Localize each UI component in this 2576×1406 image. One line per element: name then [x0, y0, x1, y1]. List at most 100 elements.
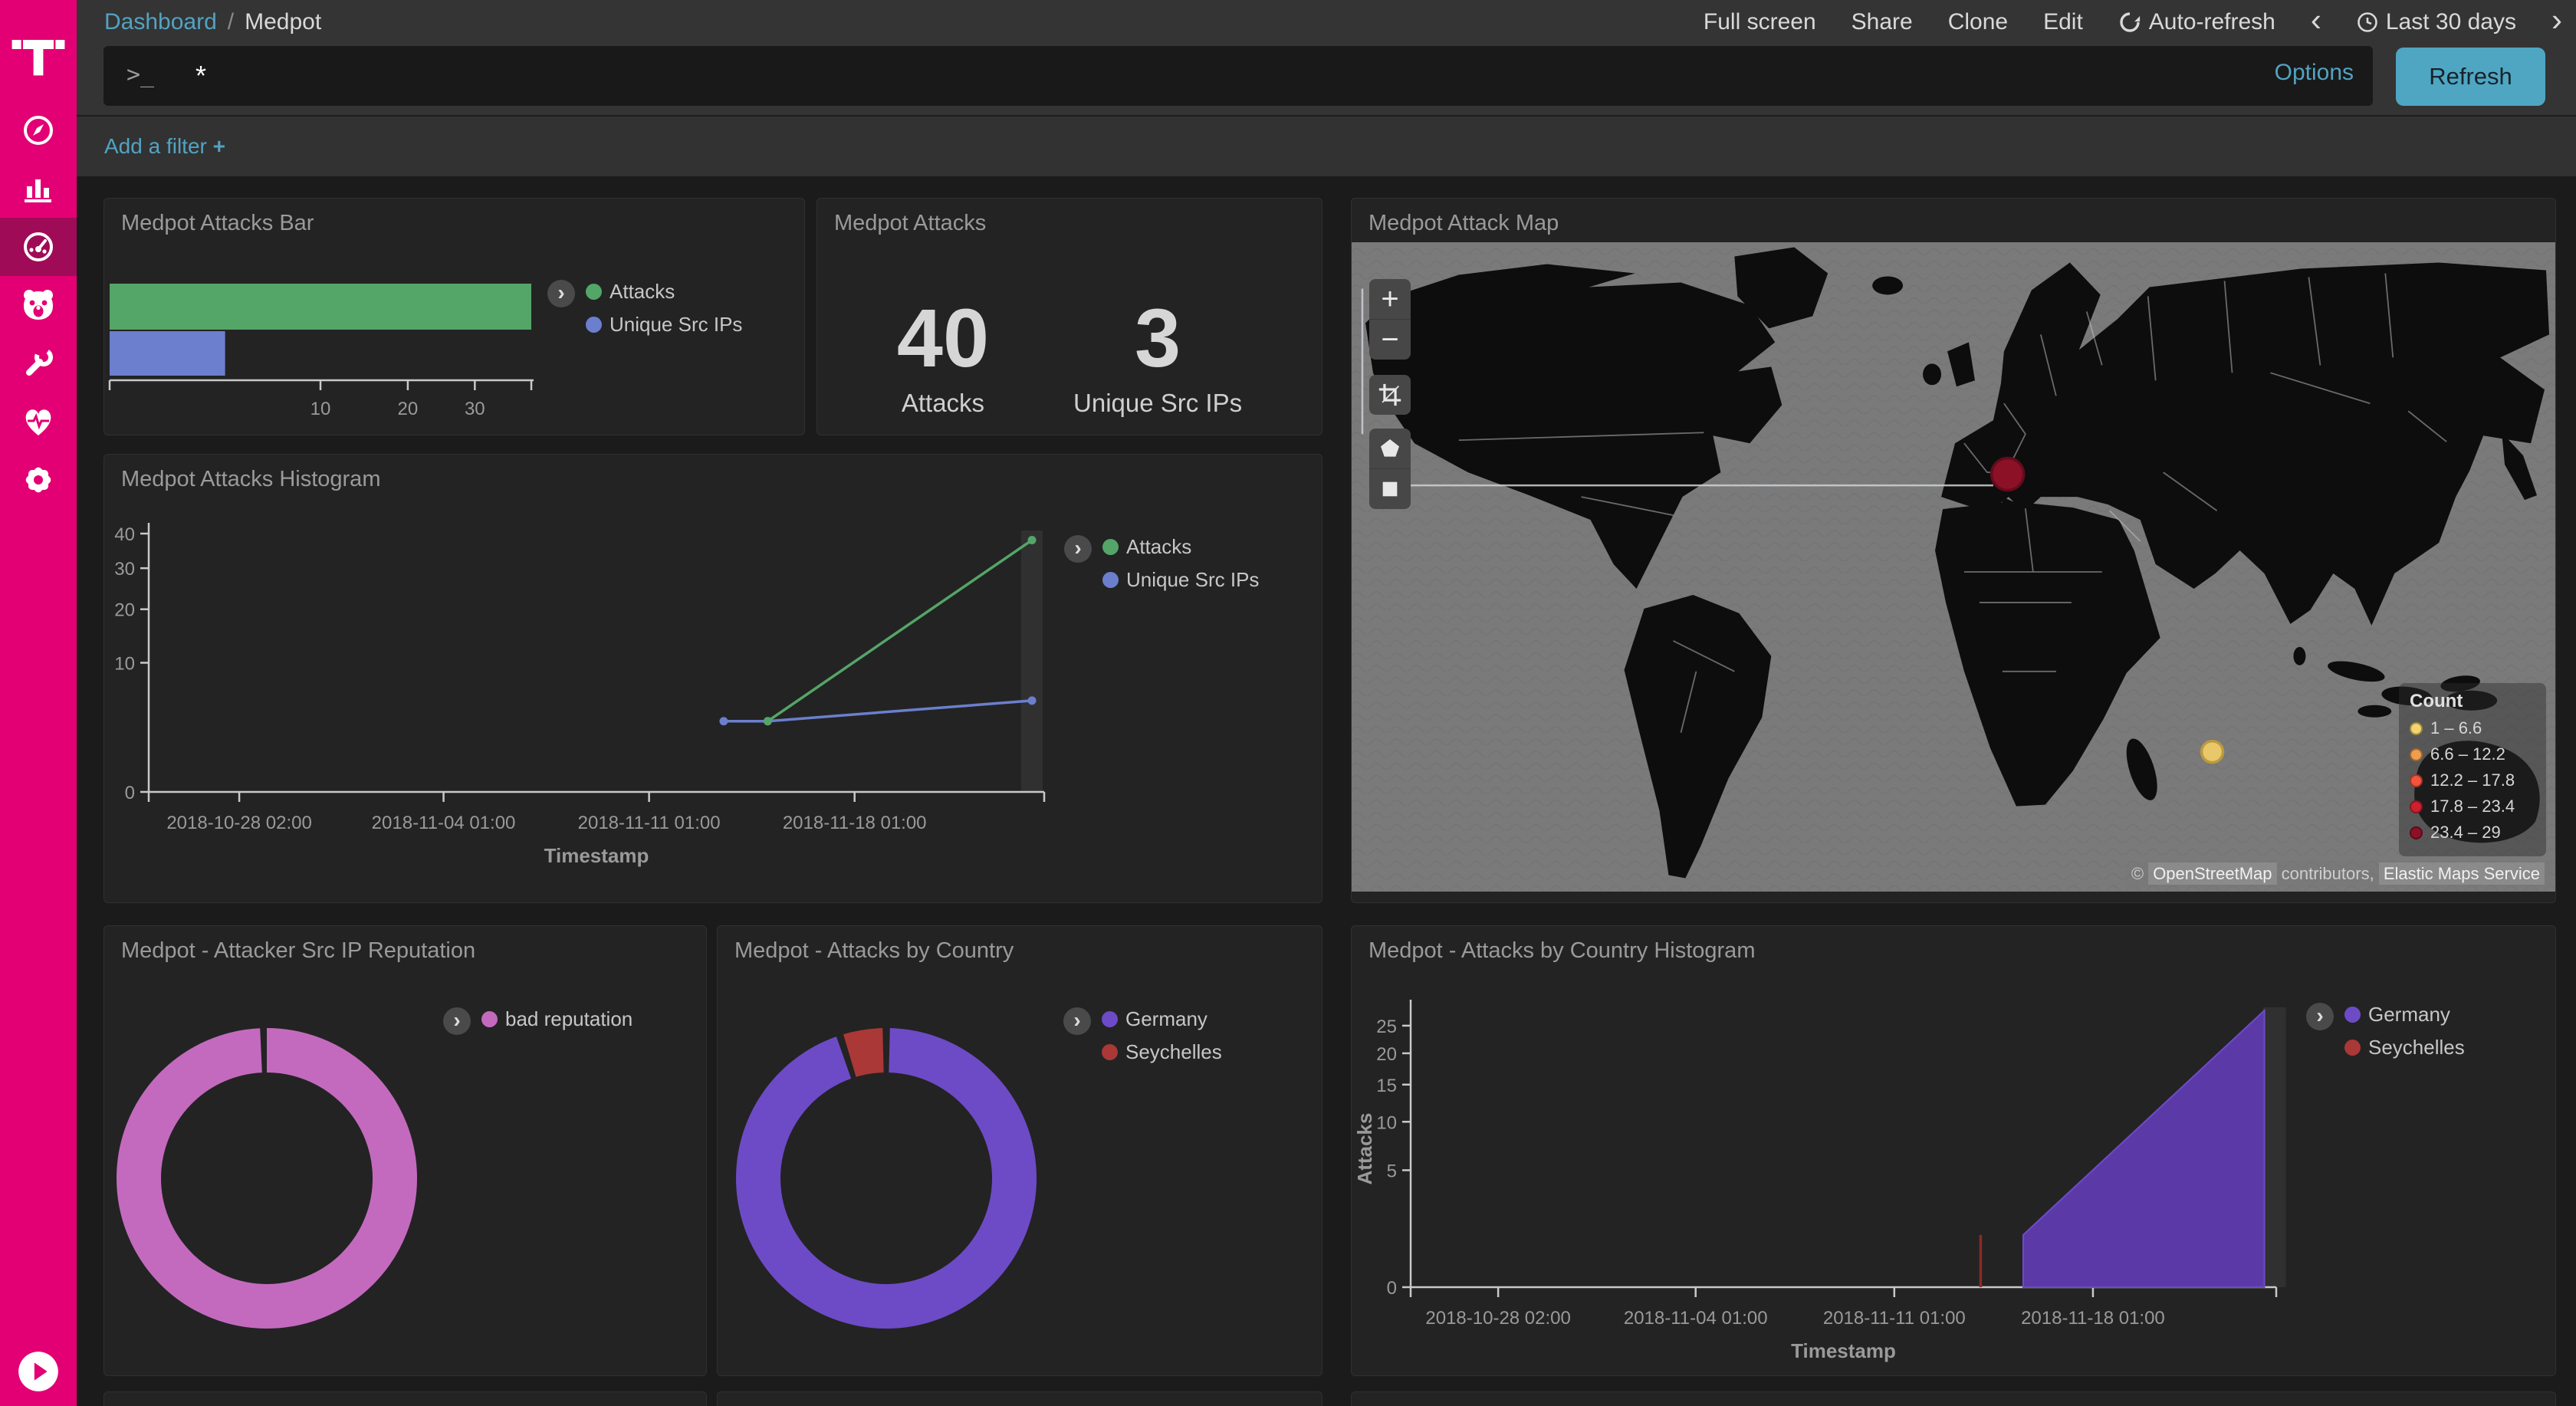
- sidebar-item-settings[interactable]: [0, 451, 77, 509]
- svg-text:2018-11-11 01:00: 2018-11-11 01:00: [1823, 1308, 1966, 1329]
- bar-attacks[interactable]: [110, 284, 531, 330]
- plus-icon: +: [213, 134, 225, 158]
- metric-value: 40: [897, 297, 989, 379]
- map-legend-item: 6.6 – 12.2: [2410, 744, 2535, 764]
- legend-color-dot: [1102, 1011, 1118, 1027]
- zoom-in-button[interactable]: +: [1369, 279, 1411, 319]
- country-histogram-chart: 05101520252018-10-28 02:002018-11-04 01:…: [1352, 926, 2555, 1375]
- bar-unique-src-ips[interactable]: [110, 331, 225, 376]
- map-draw-controls: [1369, 429, 1411, 509]
- panel-attacks-by-country: Medpot - Attacks by Country ›GermanySeyc…: [717, 925, 1322, 1376]
- panel-title[interactable]: Medpot Attack Map: [1368, 211, 1559, 236]
- attack-point-seychelles: [2202, 741, 2223, 763]
- refresh-button[interactable]: Refresh: [2396, 48, 2545, 106]
- panel-title[interactable]: Medpot Attacks: [834, 211, 986, 236]
- legend-item-attacks[interactable]: Attacks: [1102, 535, 1259, 559]
- legend-color-dot: [586, 284, 602, 300]
- map-legend-range: 1 – 6.6: [2430, 718, 2482, 738]
- svg-text:2018-11-18 01:00: 2018-11-18 01:00: [783, 813, 927, 833]
- legend-color-dot: [1102, 572, 1119, 588]
- area-series-germany[interactable]: [2023, 1010, 2265, 1287]
- donut-slice-seychelles[interactable]: [843, 1028, 884, 1077]
- legend-item-seychelles[interactable]: Seychelles: [2344, 1036, 2465, 1059]
- breadcrumb-dashboard-link[interactable]: Dashboard: [104, 9, 217, 35]
- line-series-attacks[interactable]: [767, 540, 1032, 721]
- auto-refresh-button[interactable]: Auto-refresh: [2118, 9, 2275, 35]
- data-point[interactable]: [719, 717, 728, 725]
- map-legend-range: 6.6 – 12.2: [2430, 744, 2505, 764]
- metric-label: Unique Src IPs: [1073, 389, 1242, 418]
- sidebar-item-visualize[interactable]: [0, 159, 77, 218]
- rectangle-draw-button[interactable]: [1369, 468, 1411, 509]
- svg-text:20: 20: [1376, 1044, 1397, 1065]
- play-icon: [15, 1348, 62, 1395]
- data-point[interactable]: [764, 717, 772, 725]
- panel-attacks-bar: Medpot Attacks Bar 102030 ›AttacksUnique…: [104, 198, 805, 435]
- data-point[interactable]: [1028, 696, 1037, 705]
- legend-color-dot: [1102, 1044, 1118, 1060]
- map-attribution: © OpenStreetMap contributors, Elastic Ma…: [2124, 861, 2552, 887]
- zoom-out-button[interactable]: −: [1369, 319, 1411, 360]
- sidebar-item-dashboard[interactable]: [0, 218, 77, 276]
- pentagon-icon: [1378, 436, 1402, 461]
- map-legend-range: 17.8 – 23.4: [2430, 797, 2515, 816]
- openstreetmap-link[interactable]: OpenStreetMap: [2148, 862, 2276, 885]
- reputation-donut-chart: [104, 926, 706, 1375]
- legend-item-bad-reputation[interactable]: bad reputation: [481, 1007, 632, 1031]
- sidebar-item-tpot[interactable]: [0, 276, 77, 334]
- legend-item-unique-src-ips[interactable]: Unique Src IPs: [586, 313, 742, 337]
- legend-item-germany[interactable]: Germany: [2344, 1003, 2465, 1027]
- map-legend-dot: [2410, 722, 2423, 735]
- breadcrumb: Dashboard / Medpot: [77, 9, 321, 35]
- legend-item-germany[interactable]: Germany: [1102, 1007, 1222, 1031]
- map-fit-control: [1369, 375, 1411, 415]
- map-legend-item: 23.4 – 29: [2410, 823, 2535, 843]
- legend-toggle-chevron[interactable]: ›: [1063, 1007, 1091, 1035]
- legend-label: Attacks: [610, 280, 675, 304]
- breadcrumb-separator: /: [228, 9, 234, 35]
- svg-text:20: 20: [398, 399, 419, 419]
- legend-label: Unique Src IPs: [610, 313, 742, 337]
- legend-label: Germany: [2368, 1003, 2450, 1027]
- time-forward-chevron[interactable]: ›: [2551, 4, 2562, 41]
- sidebar-item-health[interactable]: [0, 393, 77, 451]
- edit-button[interactable]: Edit: [2043, 9, 2083, 35]
- legend-toggle-chevron[interactable]: ›: [2306, 1003, 2334, 1030]
- panel-country-histogram: Medpot - Attacks by Country Histogram 05…: [1351, 925, 2556, 1376]
- query-options-link[interactable]: Options: [2275, 60, 2354, 86]
- add-filter-link[interactable]: Add a filter +: [77, 134, 225, 159]
- search-query-input[interactable]: [104, 46, 2373, 106]
- full-screen-button[interactable]: Full screen: [1704, 9, 1816, 35]
- refresh-cycle-icon: [2118, 11, 2141, 34]
- svg-text:0: 0: [125, 783, 135, 803]
- sidebar-expand-button[interactable]: [0, 1348, 77, 1395]
- crop-tool-button[interactable]: [1369, 375, 1411, 415]
- legend-item-unique-src-ips[interactable]: Unique Src IPs: [1102, 568, 1259, 592]
- time-picker[interactable]: Last 30 days: [2357, 9, 2516, 35]
- polygon-draw-button[interactable]: [1369, 429, 1411, 468]
- chart-legend: › Germany Seychelles: [2306, 1003, 2465, 1069]
- sidebar-item-tools[interactable]: [0, 334, 77, 393]
- panel-partial-3: [1351, 1391, 2556, 1406]
- clone-button[interactable]: Clone: [1948, 9, 2008, 35]
- legend-toggle-chevron[interactable]: ›: [1064, 535, 1092, 563]
- map-legend-item: 1 – 6.6: [2410, 718, 2535, 738]
- svg-text:10: 10: [1376, 1112, 1397, 1133]
- elastic-maps-service-link[interactable]: Elastic Maps Service: [2379, 862, 2545, 885]
- clock-icon: [2357, 11, 2378, 33]
- chart-legend: › Germany Seychelles: [1063, 1007, 1222, 1073]
- share-button[interactable]: Share: [1852, 9, 1913, 35]
- donut-slice-bad-reputation[interactable]: [139, 1050, 395, 1306]
- data-point[interactable]: [1028, 536, 1037, 544]
- legend-toggle-chevron[interactable]: ›: [547, 280, 575, 307]
- legend-item-attacks[interactable]: Attacks: [586, 280, 742, 304]
- gear-icon: [20, 462, 57, 498]
- svg-text:Timestamp: Timestamp: [1791, 1339, 1896, 1362]
- world-map[interactable]: + −: [1352, 242, 2555, 892]
- svg-text:25: 25: [1376, 1017, 1397, 1037]
- time-back-chevron[interactable]: ‹: [2311, 4, 2321, 41]
- sidebar-item-discover[interactable]: [0, 101, 77, 159]
- legend-toggle-chevron[interactable]: ›: [443, 1007, 471, 1035]
- legend-item-seychelles[interactable]: Seychelles: [1102, 1040, 1222, 1064]
- donut-slice-germany[interactable]: [736, 1028, 1037, 1329]
